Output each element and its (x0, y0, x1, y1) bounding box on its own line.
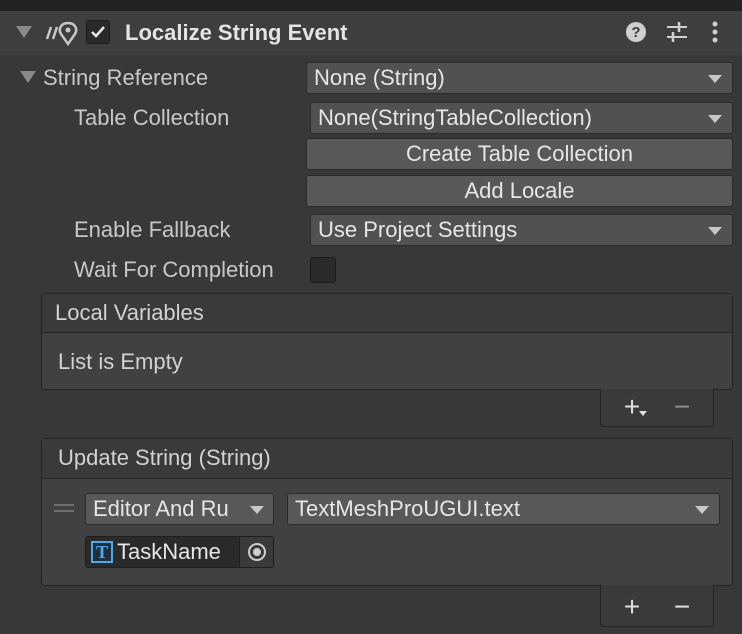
caret-down-icon (695, 506, 709, 514)
component-enabled-checkbox[interactable] (86, 20, 110, 44)
local-variables-empty-text: List is Empty (58, 349, 183, 374)
update-string-add-button[interactable]: + (618, 593, 646, 621)
runtime-mode-value: Editor And Ru (93, 496, 229, 521)
update-string-remove-button[interactable]: − (668, 593, 696, 621)
component-title: Localize String Event (125, 20, 348, 45)
table-collection-dropdown[interactable]: None(StringTableCollection) (310, 102, 733, 134)
presets-icon[interactable] (665, 21, 689, 43)
function-dropdown[interactable]: TextMeshProUGUI.text (287, 493, 720, 525)
local-variables-remove-button[interactable]: − (668, 393, 696, 421)
string-reference-value: None (String) (314, 65, 445, 90)
drag-handle-icon[interactable] (54, 504, 74, 512)
enable-fallback-value: Use Project Settings (318, 217, 518, 242)
svg-text:?: ? (631, 24, 640, 41)
update-string-header: Update String (String) (42, 439, 732, 479)
function-value: TextMeshProUGUI.text (295, 496, 520, 521)
table-collection-label: Table Collection (74, 105, 230, 130)
help-icon[interactable]: ? (625, 21, 647, 43)
object-picker-button[interactable] (239, 537, 273, 567)
minus-icon: − (673, 391, 691, 422)
fold-arrow-icon[interactable] (16, 26, 32, 40)
localization-icon (45, 21, 78, 47)
wait-for-completion-checkbox[interactable] (310, 257, 336, 283)
target-object-field[interactable]: T TaskName (85, 536, 274, 568)
update-string-event-list: Update String (String) Editor And Ru Tex… (41, 438, 733, 586)
table-collection-value: None(StringTableCollection) (318, 105, 592, 130)
inspector-top-strip (0, 0, 742, 10)
caret-down-icon (708, 75, 722, 83)
plus-icon: + (623, 391, 641, 422)
string-reference-label: String Reference (43, 65, 209, 90)
string-reference-dropdown[interactable]: None (String) (306, 62, 733, 94)
local-variables-list: Local Variables List is Empty (41, 293, 733, 390)
wait-for-completion-label: Wait For Completion (74, 257, 274, 282)
local-variables-footer: + − (600, 389, 714, 427)
minus-icon: − (673, 591, 691, 622)
update-string-footer: + − (600, 585, 714, 627)
caret-down-icon (708, 115, 722, 123)
target-object-name: TaskName (117, 539, 221, 564)
chevron-down-icon (639, 411, 647, 416)
enable-fallback-label: Enable Fallback (74, 217, 231, 242)
component-header[interactable]: Localize String Event ? (0, 10, 742, 55)
string-reference-fold-arrow-icon[interactable] (20, 71, 36, 85)
create-table-collection-button[interactable]: Create Table Collection (306, 138, 733, 170)
checkmark-icon (91, 26, 105, 38)
local-variables-header: Local Variables (42, 294, 732, 333)
plus-icon: + (623, 591, 641, 622)
caret-down-icon (708, 227, 722, 235)
object-picker-icon (248, 543, 266, 561)
enable-fallback-dropdown[interactable]: Use Project Settings (310, 214, 733, 246)
runtime-mode-dropdown[interactable]: Editor And Ru (85, 493, 274, 525)
add-locale-button[interactable]: Add Locale (306, 175, 733, 207)
kebab-menu-icon[interactable] (711, 21, 719, 45)
text-component-icon: T (91, 541, 113, 563)
caret-down-icon (250, 506, 264, 514)
